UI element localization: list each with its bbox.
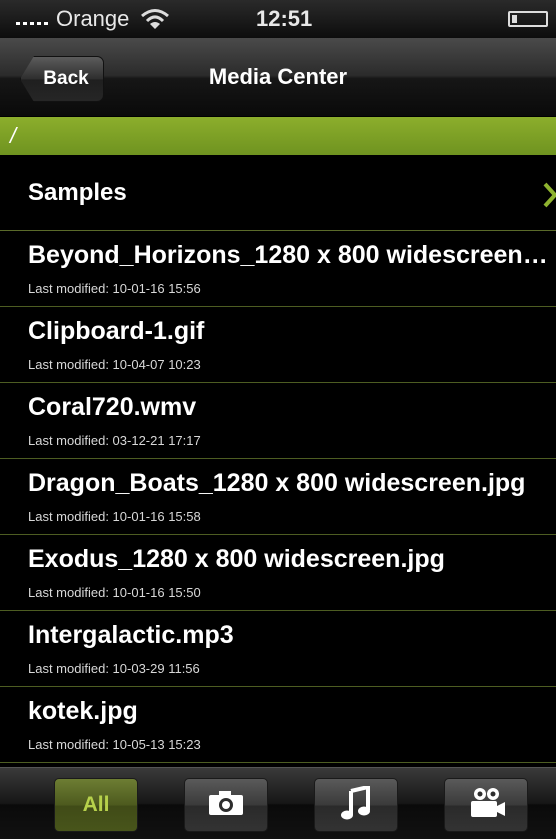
file-modified: Last modified: 03-12-21 17:17 [28, 433, 201, 448]
current-path: / [10, 123, 17, 148]
file-list[interactable]: Samples Beyond_Horizons_1280 x 800 wides… [0, 155, 556, 767]
status-time: 12:51 [256, 6, 313, 31]
battery-icon [508, 11, 548, 27]
file-name: Coral720.wmv [28, 393, 197, 421]
tab-all[interactable]: All [54, 778, 138, 832]
tab-videos[interactable] [444, 778, 528, 832]
filter-tab-bar: All [0, 767, 556, 839]
file-name: Beyond_Horizons_1280 x 800 widescreen.jp… [28, 241, 550, 269]
camera-icon [208, 790, 244, 821]
file-name: Intergalactic.mp3 [28, 621, 234, 649]
file-modified: Last modified: 10-03-29 11:56 [28, 661, 200, 676]
status-bar: Orange 12:51 [0, 0, 556, 38]
file-name: Clipboard-1.gif [28, 317, 205, 345]
file-modified: Last modified: 10-05-13 15:23 [28, 737, 201, 752]
file-row[interactable]: Intergalactic.mp3 Last modified: 10-03-2… [0, 611, 556, 687]
tab-all-label: All [82, 793, 110, 816]
file-modified: Last modified: 10-04-07 10:23 [28, 357, 201, 372]
tab-photos[interactable] [184, 778, 268, 832]
file-modified: Last modified: 10-01-16 15:58 [28, 509, 201, 524]
back-button[interactable]: Back [20, 56, 104, 102]
chevron-right-icon [542, 181, 556, 214]
file-name: kotek.jpg [28, 697, 138, 725]
folder-row-samples[interactable]: Samples [0, 155, 556, 231]
music-note-icon [341, 783, 371, 825]
file-modified: Last modified: 10-01-16 15:56 [28, 281, 201, 296]
file-row[interactable]: Beyond_Horizons_1280 x 800 widescreen.jp… [0, 231, 556, 307]
tab-music[interactable] [314, 778, 398, 832]
file-modified: Last modified: 10-01-16 15:50 [28, 585, 201, 600]
file-row[interactable]: Exodus_1280 x 800 widescreen.jpg Last mo… [0, 535, 556, 611]
wifi-icon [140, 7, 170, 36]
navigation-bar: Media Center Back [0, 38, 556, 117]
file-row[interactable]: Coral720.wmv Last modified: 03-12-21 17:… [0, 383, 556, 459]
video-camera-icon [466, 786, 506, 825]
file-row[interactable]: Dragon_Boats_1280 x 800 widescreen.jpg L… [0, 459, 556, 535]
folder-name: Samples [28, 179, 127, 206]
current-path-bar: / [0, 117, 556, 155]
file-name: Dragon_Boats_1280 x 800 widescreen.jpg [28, 469, 526, 497]
file-row[interactable]: kotek.jpg Last modified: 10-05-13 15:23 [0, 687, 556, 763]
carrier-name: Orange [56, 6, 130, 31]
file-name: Exodus_1280 x 800 widescreen.jpg [28, 545, 445, 573]
signal-strength-icon [16, 22, 48, 25]
file-row[interactable]: Clipboard-1.gif Last modified: 10-04-07 … [0, 307, 556, 383]
